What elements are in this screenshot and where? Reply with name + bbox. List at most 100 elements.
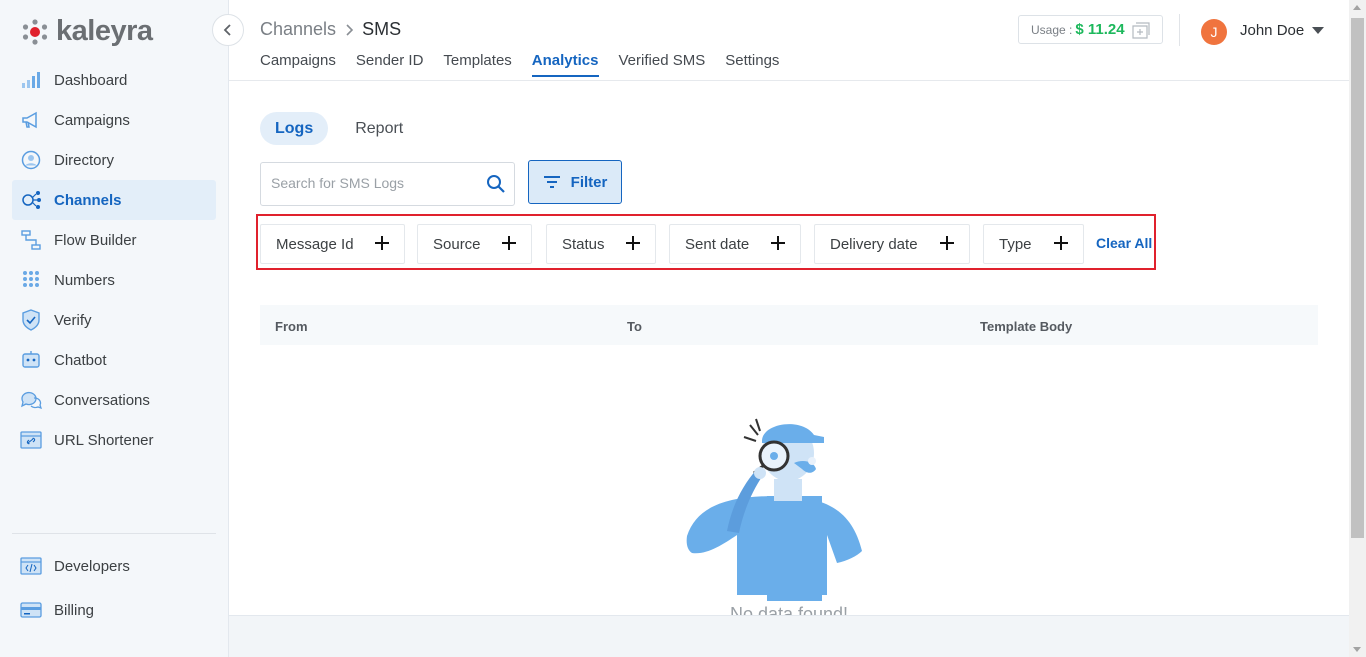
column-header-from: From — [275, 319, 308, 334]
search-input[interactable] — [261, 163, 471, 203]
filter-button[interactable]: Filter — [528, 160, 622, 204]
chat-bubbles-icon — [20, 389, 42, 411]
sidebar-item-channels[interactable]: Channels — [12, 180, 216, 220]
link-icon — [20, 429, 42, 451]
sidebar-nav: Dashboard Campaigns Directory Channels F… — [12, 60, 216, 460]
add-funds-icon — [1132, 22, 1150, 39]
subtab-logs[interactable]: Logs — [260, 112, 329, 145]
filter-chip-sent-date[interactable]: Sent date — [669, 224, 801, 264]
breadcrumb: Channels SMS — [260, 19, 401, 40]
kaleyra-logo-icon — [22, 18, 48, 45]
sidebar-item-label: URL Shortener — [54, 431, 154, 449]
sidebar-item-label: Conversations — [54, 391, 150, 409]
sidebar-divider — [12, 533, 216, 534]
filter-chip-row: Message Id Source Status Sent date Deliv… — [256, 214, 1156, 270]
avatar[interactable]: J — [1201, 19, 1227, 45]
sidebar-item-label: Directory — [54, 151, 115, 169]
sidebar-item-label: Dashboard — [54, 71, 128, 89]
scroll-down-arrow-icon[interactable] — [1353, 647, 1361, 652]
caret-down-icon[interactable] — [1312, 27, 1324, 34]
filter-chip-message-id[interactable]: Message Id — [260, 224, 405, 264]
channels-icon — [20, 189, 42, 211]
sidebar-item-directory[interactable]: Directory — [12, 140, 216, 180]
scrollbar-thumb[interactable] — [1351, 18, 1364, 538]
plus-icon — [1054, 236, 1068, 250]
plus-icon — [771, 236, 785, 250]
usage-value: $ 11.24 — [1075, 21, 1125, 38]
chevron-right-icon — [346, 23, 354, 36]
kaleyra-logo[interactable]: kaleyra — [22, 15, 153, 48]
page-header: Channels SMS Campaigns Sender ID Templat… — [229, 0, 1349, 81]
scroll-up-arrow-icon[interactable] — [1353, 5, 1361, 10]
dialpad-icon — [20, 269, 42, 291]
sidebar-item-label: Numbers — [54, 271, 115, 289]
contact-icon — [20, 149, 42, 171]
logs-table-header: From To Template Body — [260, 305, 1318, 345]
clear-all-link[interactable]: Clear All — [1096, 235, 1152, 251]
empty-state-text: No data found! — [729, 604, 849, 615]
sidebar-item-label: Flow Builder — [54, 231, 137, 249]
plus-icon — [626, 236, 640, 250]
user-name[interactable]: John Doe — [1240, 22, 1304, 39]
sidebar-item-numbers[interactable]: Numbers — [12, 260, 216, 300]
tab-analytics[interactable]: Analytics — [531, 52, 599, 77]
column-header-template-body: Template Body — [980, 319, 1073, 334]
tab-campaigns[interactable]: Campaigns — [260, 52, 336, 77]
sidebar-item-url-shortener[interactable]: URL Shortener — [12, 420, 216, 460]
breadcrumb-parent[interactable]: Channels — [260, 19, 336, 40]
tab-settings[interactable]: Settings — [725, 52, 779, 77]
sidebar-item-label: Channels — [54, 191, 122, 209]
filter-chip-type[interactable]: Type — [983, 224, 1084, 264]
sidebar: kaleyra Dashboard Campaigns Directory Ch… — [0, 0, 229, 657]
shield-check-icon — [20, 309, 42, 331]
column-header-to: To — [627, 319, 642, 334]
sidebar-item-conversations[interactable]: Conversations — [12, 380, 216, 420]
filter-chip-source[interactable]: Source — [417, 224, 532, 264]
no-data-illustration — [686, 418, 862, 601]
chip-label: Type — [999, 235, 1032, 253]
sidebar-item-dashboard[interactable]: Dashboard — [12, 60, 216, 100]
sidebar-item-label: Billing — [54, 601, 95, 619]
chip-label: Delivery date — [830, 235, 918, 253]
sidebar-item-billing[interactable]: Billing — [12, 588, 216, 632]
collapse-sidebar-button[interactable] — [212, 14, 244, 46]
flow-icon — [20, 229, 42, 251]
usage-label: Usage : — [1031, 22, 1073, 37]
chip-label: Sent date — [685, 235, 750, 253]
tab-sender-id[interactable]: Sender ID — [356, 52, 424, 77]
megaphone-icon — [20, 109, 42, 131]
sidebar-item-developers[interactable]: Developers — [12, 544, 216, 588]
filter-icon — [543, 176, 560, 188]
chip-label: Message Id — [276, 235, 354, 253]
sidebar-item-label: Chatbot — [54, 351, 107, 369]
chevron-left-icon — [223, 24, 231, 36]
sidebar-item-label: Developers — [54, 557, 130, 575]
sidebar-item-chatbot[interactable]: Chatbot — [12, 340, 216, 380]
chip-label: Source — [433, 235, 481, 253]
page-scrollbar[interactable] — [1349, 0, 1366, 657]
sidebar-item-verify[interactable]: Verify — [12, 300, 216, 340]
bar-chart-icon — [20, 69, 42, 91]
search-box — [260, 162, 515, 206]
tab-verified-sms[interactable]: Verified SMS — [619, 52, 706, 77]
chatbot-icon — [20, 349, 42, 371]
code-icon — [20, 555, 42, 577]
brand-name: kaleyra — [56, 15, 153, 47]
usage-widget[interactable]: Usage : $ 11.24 — [1018, 15, 1163, 44]
filter-chip-delivery-date[interactable]: Delivery date — [814, 224, 970, 264]
tab-templates[interactable]: Templates — [443, 52, 511, 77]
sidebar-item-campaigns[interactable]: Campaigns — [12, 100, 216, 140]
header-divider — [1179, 14, 1180, 46]
subtab-report[interactable]: Report — [340, 112, 418, 145]
sidebar-item-flow-builder[interactable]: Flow Builder — [12, 220, 216, 260]
main-content: Logs Report Filter Message Id Source Sta… — [229, 81, 1349, 615]
sidebar-item-label: Verify — [54, 311, 92, 329]
channel-tabs: Campaigns Sender ID Templates Analytics … — [260, 52, 779, 77]
filter-label: Filter — [570, 173, 608, 191]
breadcrumb-current: SMS — [362, 19, 402, 39]
plus-icon — [502, 236, 516, 250]
footer-bar — [229, 615, 1349, 657]
filter-chip-status[interactable]: Status — [546, 224, 656, 264]
search-icon[interactable] — [486, 174, 506, 194]
sidebar-bottom-nav: Developers Billing — [12, 544, 216, 632]
